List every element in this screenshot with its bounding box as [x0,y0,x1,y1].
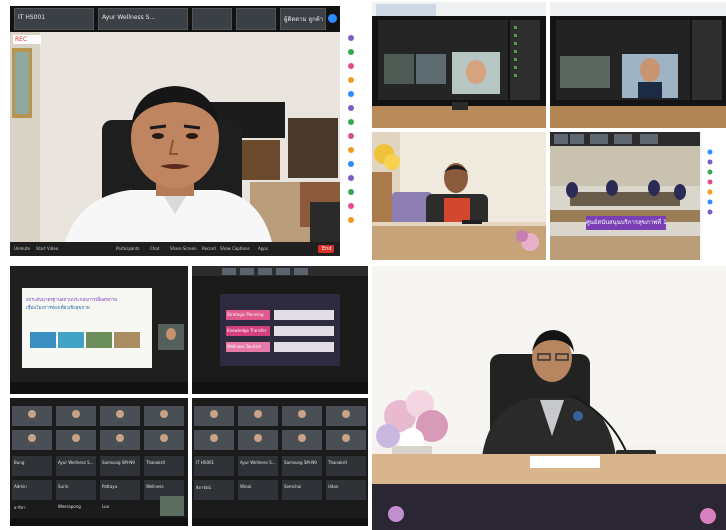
participants-button[interactable]: Participants [116,246,140,251]
participant-avatars [348,35,354,223]
participant-name: อาริสา [14,505,26,510]
end-meeting-button[interactable]: End [318,245,334,253]
slide-title-scene [10,266,188,394]
participant-name: Lux [102,504,110,509]
next-arrow-icon[interactable] [328,14,337,23]
speaker-video: REC [10,32,340,242]
slide-title-line1: ยกระดับมาตรฐานสถานประกอบการเพื่อสุขภาพ [26,298,118,303]
participant-name: ธิดารัตน์ [196,485,211,490]
slide-item-1: Strategic Planning [227,312,264,317]
participant-desk-photo [372,132,546,260]
participant-name: Somchai [284,484,302,489]
recording-badge: REC [13,35,41,44]
apps-button[interactable]: Apps [258,246,268,251]
room-banner-label: ศูนย์สนับสนุนบริการสุขภาพที่ 1 [586,219,666,226]
monitor-photo-1 [372,2,546,128]
zoom-slide-title-panel: ยกระดับมาตรฐานสถานประกอบการเพื่อสุขภาพ เ… [10,266,188,394]
participant-name: Pattaya [102,484,118,489]
participant-thumb-label: Ayur Wellness S... [102,14,156,21]
participant-name: Thanakrit [146,460,166,465]
desk-scene [372,132,546,260]
participant-thumb[interactable]: ผู้ติดตาม ลูกค้า [280,8,326,30]
slide-item-3: Wellness Tourism [227,344,262,349]
participant-thumb-label: ผู้ติดตาม ลูกค้า [284,16,324,23]
participant-name: Winai [240,484,252,489]
show-captions-button[interactable]: Show Captions [220,246,250,251]
participant-thumb[interactable]: Ayur Wellness S... [98,8,188,30]
meeting-room-scene [550,132,726,260]
monitor-scene [550,2,726,128]
chat-button[interactable]: Chat [150,246,159,251]
start-video-button[interactable]: Start Video [36,246,58,251]
end-meeting-label: End [322,246,332,252]
slide-items-scene [192,266,368,394]
record-button[interactable]: Record [202,246,216,251]
participant-name: Samsung SM-N9 [284,460,317,465]
share-screen-button[interactable]: Share Screen [170,246,197,251]
participant-thumb[interactable]: IT HS001 [14,8,94,30]
monitor-scene [372,2,546,128]
participant-name: Ayur Wellness S... [58,460,94,465]
zoom-top-strip: IT HS001 Ayur Wellness S... ผู้ติดตาม ลู… [10,6,340,32]
participant-list-strip [342,6,368,256]
participant-name: Admin [14,484,27,489]
participant-thumb[interactable] [192,8,232,30]
participant-name: Ayur Wellness S... [240,460,276,465]
meeting-room-screen: ศูนย์สนับสนุนบริการสุขภาพที่ 1 [550,132,726,260]
zoom-closeup-panel: IT HS001 Ayur Wellness S... ผู้ติดตาม ลู… [10,6,340,256]
speaker-scene [372,266,726,530]
speaker-at-desk-photo [372,266,726,530]
participant-name: Bung [14,460,25,465]
participant-name: Surin [58,484,69,489]
unmute-button[interactable]: Unmute [14,246,30,251]
zoom-slide-items-panel: Strategic Planning Knowledge Transfer We… [192,266,368,394]
gallery-grid-right: IT HS001 Ayur Wellness S... Samsung SM-N… [192,398,368,526]
participant-name: Wellness [146,484,164,489]
participant-thumb-label: IT HS001 [18,14,46,21]
participant-name: Weerapong [58,504,81,509]
participant-thumb[interactable] [236,8,276,30]
zoom-control-bar: Unmute Start Video Participants Chat Sha… [10,242,340,256]
speaker-scene [10,32,340,242]
participant-name: Udon [328,484,339,489]
participant-name: Thanakrit [328,460,348,465]
recording-badge-label: REC [15,36,28,43]
slide-title-line2: เชื่อมโยงการท่องเที่ยวเชิงสุขภาพ [26,306,90,311]
slide-item-2: Knowledge Transfer [227,328,267,333]
participant-name: Samsung SM-N9 [102,460,135,465]
gallery-grid-left: Bung Ayur Wellness S... Samsung SM-N9 Th… [10,398,188,526]
monitor-photo-2 [550,2,726,128]
participant-name: IT HS001 [196,460,215,465]
